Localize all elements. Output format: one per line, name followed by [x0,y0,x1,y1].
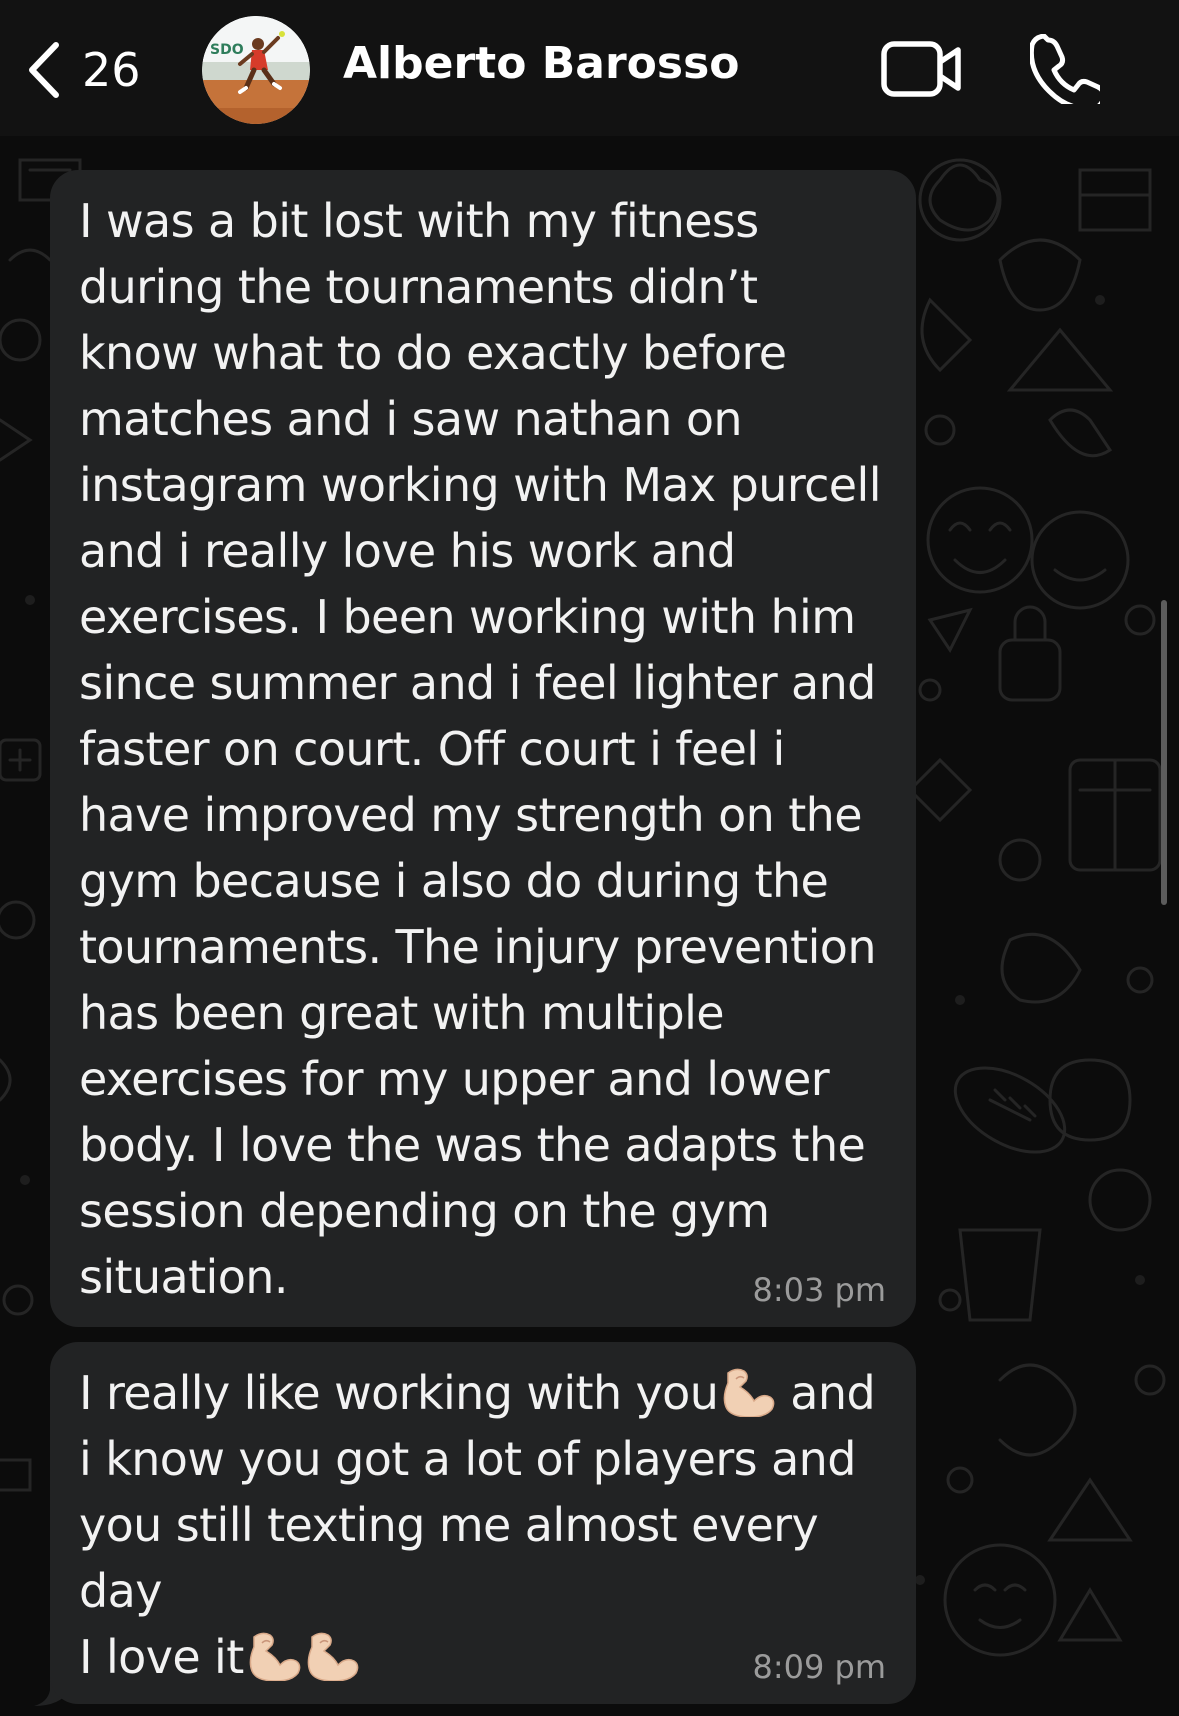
unread-count: 26 [82,43,141,97]
chat-header: 26 SDO Alberto Barosso [0,0,1179,136]
back-button[interactable]: 26 [24,34,141,106]
phone-icon [1028,33,1107,112]
flexed-biceps-icon [723,1368,775,1417]
flexed-biceps-icon [307,1632,359,1681]
chevron-left-icon [24,39,64,101]
message-bubble[interactable]: I was a bit lost with my fitness during … [50,170,916,1327]
message-text: I was a bit lost with my fitness during … [79,194,881,1304]
contact-name[interactable]: Alberto Barosso [343,38,740,89]
message-text-line1-end: and [776,1366,876,1420]
message-text: I really like working with you and i kno… [79,1360,886,1690]
chat-screen: 26 SDO Alberto Barosso I was a bit lost … [0,0,1179,1716]
message-bubble[interactable]: I really like working with you and i kno… [50,1342,916,1704]
message-text-body: i know you got a lot of players and you … [79,1432,856,1618]
flexed-biceps-icon [249,1632,301,1681]
video-camera-icon [880,41,964,104]
voice-call-button[interactable] [1028,33,1107,112]
message-timestamp: 8:09 pm [752,1648,886,1686]
avatar[interactable]: SDO [202,16,310,124]
avatar-logo-text: SDO [210,42,244,58]
message-text-last-line: I love it [79,1630,244,1684]
message-timestamp: 8:03 pm [752,1271,886,1309]
scrollbar[interactable] [1161,600,1167,905]
video-call-button[interactable] [880,38,964,100]
message-text-line1: I really like working with you [79,1366,719,1420]
